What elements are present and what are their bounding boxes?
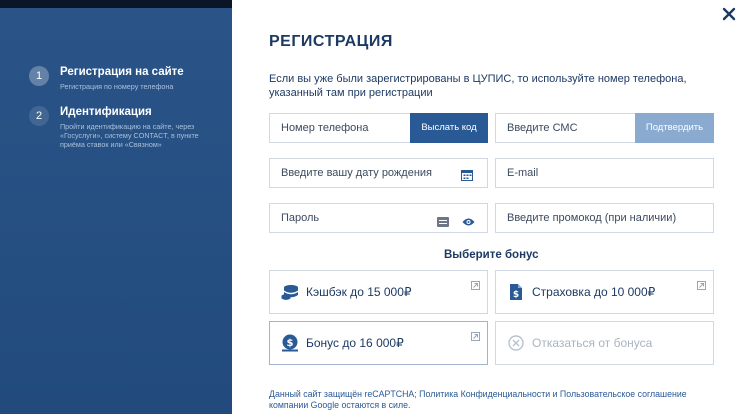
promo-code-input[interactable]: Введите промокод (при наличии) [495,203,714,233]
svg-text:$: $ [513,290,519,300]
sms-input[interactable]: Введите СМС Подтвердить [495,113,714,143]
bonus-label: Кэшбэк до 15 000₽ [306,285,412,299]
step-subtitle: Регистрация по номеру телефона [60,82,174,91]
cancel-circle-icon [507,334,525,352]
email-placeholder: E-mail [507,167,539,179]
registration-steps-sidebar: 1 Регистрация на сайте Регистрация по но… [0,8,232,414]
bonus-section-title: Выберите бонус [444,249,539,261]
external-link-icon[interactable] [471,277,480,290]
phone-input[interactable]: Номер телефона Выслать код [269,113,488,143]
birthdate-input[interactable]: Введите вашу дату рождения [269,158,488,188]
close-icon[interactable] [720,6,738,24]
promo-placeholder: Введите промокод (при наличии) [507,212,677,224]
step-title: Идентификация [60,106,152,118]
intro-text: Если вы уже были зарегистрированы в ЦУПИ… [269,73,687,99]
bonus-option-cashback[interactable]: Кэшбэк до 15 000₽ [269,270,488,314]
sms-placeholder: Введите СМС [507,122,578,134]
registration-modal: РЕГИСТРАЦИЯ Если вы уже были зарегистрир… [232,0,750,414]
confirm-button[interactable]: Подтвердить [635,113,714,143]
eye-icon[interactable] [462,214,475,226]
step-title: Регистрация на сайте [60,66,184,78]
step-number: 1 [29,66,49,86]
svg-text:$: $ [287,338,294,349]
document-dollar-icon: $ [507,283,525,301]
bonus-option-insurance[interactable]: $ Страховка до 10 000₽ [495,270,714,314]
password-manager-icon[interactable] [437,214,449,227]
bonus-label: Страховка до 10 000₽ [532,285,656,299]
bonus-label: Бонус до 16 000₽ [306,336,404,350]
external-link-icon[interactable] [471,328,480,341]
money-bag-icon: $ [281,334,299,352]
email-field[interactable]: E-mail [495,158,714,188]
send-code-button[interactable]: Выслать код [410,113,488,143]
external-link-icon[interactable] [697,277,706,290]
bonus-label: Отказаться от бонуса [532,336,653,350]
step-number: 2 [29,106,49,126]
phone-placeholder: Номер телефона [281,122,369,134]
page-title: РЕГИСТРАЦИЯ [269,33,393,50]
bonus-option-bonus[interactable]: $ Бонус до 16 000₽ [269,321,488,365]
coins-icon [281,283,299,301]
birthdate-placeholder: Введите вашу дату рождения [281,167,432,179]
calendar-icon[interactable] [461,168,473,181]
password-input[interactable]: Пароль [269,203,488,233]
bonus-option-decline[interactable]: Отказаться от бонуса [495,321,714,365]
password-placeholder: Пароль [281,212,320,224]
backdrop-strip [0,0,232,8]
step-subtitle: Пройти идентификацию на сайте, через «Го… [60,122,199,149]
recaptcha-notice: Данный сайт защищён reCAPTCHA; Политика … [269,389,687,410]
